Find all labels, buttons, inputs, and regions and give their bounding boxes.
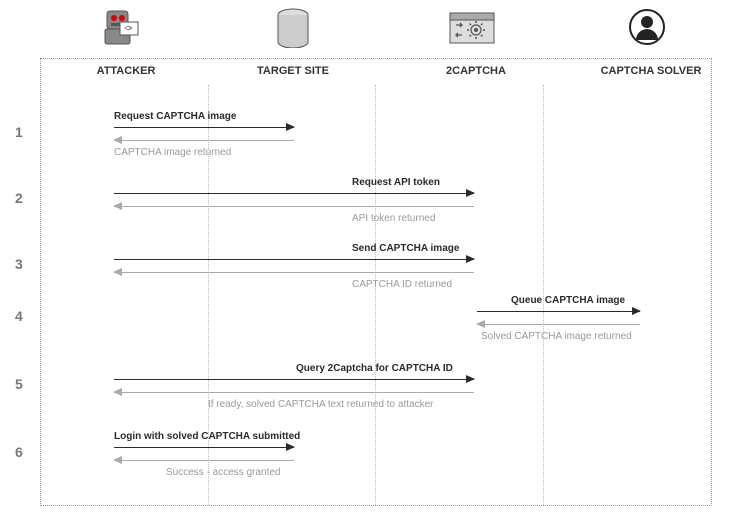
step4-resp: Solved CAPTCHA image returned: [481, 331, 632, 342]
step-number: 4: [15, 308, 23, 324]
step2-resp: API token returned: [352, 213, 435, 224]
col-target: TARGET SITE: [253, 65, 333, 77]
step-number: 6: [15, 444, 23, 460]
service-icon: [446, 8, 498, 53]
col-solver: CAPTCHA SOLVER: [596, 65, 706, 77]
step-number: 3: [15, 256, 23, 272]
step3-resp: CAPTCHA ID returned: [352, 279, 452, 290]
arrow-req: [114, 127, 294, 128]
person-icon: [628, 8, 666, 53]
arrow-resp: [477, 324, 640, 325]
step1-resp: CAPTCHA image returned: [114, 147, 231, 158]
arrow-resp: [114, 272, 474, 273]
step5-resp: If ready, solved CAPTCHA text returned t…: [208, 399, 433, 410]
robot-icon: [95, 8, 145, 53]
column-headers: ATTACKER TARGET SITE 2CAPTCHA CAPTCHA SO…: [41, 59, 711, 85]
step6-resp: Success - access granted: [166, 467, 281, 478]
arrow-resp: [114, 140, 294, 141]
arrow-resp: [114, 206, 474, 207]
database-icon: [275, 8, 311, 53]
arrow-req: [114, 193, 474, 194]
arrow-resp: [114, 460, 294, 461]
step-number: 1: [15, 124, 23, 140]
step5-req: Query 2Captcha for CAPTCHA ID: [296, 363, 453, 374]
icon-row: [0, 0, 735, 55]
step4-req: Queue CAPTCHA image: [511, 295, 625, 306]
step6-req: Login with solved CAPTCHA submitted: [114, 431, 300, 442]
arrow-req: [114, 379, 474, 380]
lifeline-divider: [375, 85, 376, 505]
col-attacker: ATTACKER: [86, 65, 166, 77]
arrow-req: [114, 447, 294, 448]
step3-req: Send CAPTCHA image: [352, 243, 459, 254]
step-number: 5: [15, 376, 23, 392]
arrow-req: [114, 259, 474, 260]
arrow-resp: [114, 392, 474, 393]
step2-req: Request API token: [352, 177, 440, 188]
arrow-req: [477, 311, 640, 312]
step-number: 2: [15, 190, 23, 206]
step1-req: Request CAPTCHA image: [114, 111, 236, 122]
sequence-diagram: ATTACKER TARGET SITE 2CAPTCHA CAPTCHA SO…: [40, 58, 712, 506]
col-2captcha: 2CAPTCHA: [436, 65, 516, 77]
